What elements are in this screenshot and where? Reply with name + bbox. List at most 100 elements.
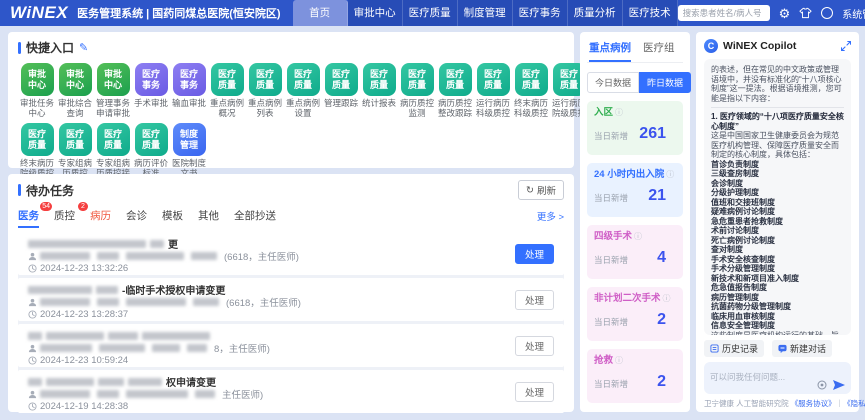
info-icon[interactable]: ⓘ (663, 293, 671, 304)
quick-tile-19[interactable]: 医疗质量病历评价标准 (132, 123, 170, 178)
todo-title: 待办任务 (26, 182, 74, 199)
quick-tile-18[interactable]: 医疗质量专家组病历质控接 (94, 123, 132, 178)
copilot-input[interactable]: 可以问我任何问题... (704, 362, 851, 394)
expand-icon[interactable] (841, 41, 851, 51)
tile-icon-line1: 医疗 (560, 69, 578, 80)
send-icon[interactable] (833, 380, 845, 390)
tile-icon: 审批中心 (21, 63, 54, 96)
privacy-policy-link[interactable]: 《隐私政策》 (843, 399, 865, 408)
stat-card-value: 2 (657, 312, 666, 328)
tile-icon: 医疗质量 (477, 63, 510, 96)
task-time: 2024-12-19 14:28:38 (28, 401, 554, 414)
todo-tab-4[interactable]: 会诊 (126, 208, 147, 223)
settings-gear-icon[interactable]: ⚙ (779, 7, 791, 20)
info-icon[interactable]: ⓘ (634, 231, 642, 242)
policy-item-4: 分级护理制度 (711, 188, 844, 198)
redacted-text (99, 344, 145, 352)
quick-tile-1[interactable]: 审批中心审批任务中心 (18, 63, 56, 118)
todo-title-wrap: 待办任务 (18, 182, 74, 199)
quick-tile-14[interactable]: 医疗质量终末病历科级质控 (512, 63, 550, 118)
user-name[interactable]: 系统管理员 (842, 6, 865, 21)
header-tab-4[interactable]: 制度管理 (458, 0, 513, 26)
toggle-1[interactable]: 今日数据 (587, 72, 639, 93)
more-link[interactable]: 更多 > (537, 209, 564, 223)
app-logo: WiNEX (10, 3, 68, 23)
stat-card-row: 当日新增261 (594, 126, 676, 142)
quick-tile-2[interactable]: 审批中心审批综合查询 (56, 63, 94, 118)
header-tab-1[interactable]: 首页 (293, 0, 348, 26)
quick-entry-panel: 快捷入口 ✎ 审批中心审批任务中心审批中心审批综合查询审批中心管理事务申请审批医… (8, 32, 574, 168)
quick-tile-5[interactable]: 医疗事务输血审批 (170, 63, 208, 118)
task-handle-button[interactable]: 处理 (515, 382, 554, 402)
info-icon[interactable]: ⓘ (615, 355, 623, 366)
tile-icon: 审批中心 (59, 63, 92, 96)
redacted-text (193, 298, 219, 306)
stat-card-value: 2 (657, 374, 666, 390)
policy-item-13: 新技术和新项目准入制度 (711, 274, 844, 284)
theme-shirt-icon[interactable] (799, 7, 812, 19)
quick-tile-16[interactable]: 医疗质量终末病历院级质控 (18, 123, 56, 178)
header-tab-5[interactable]: 医疗事务 (513, 0, 568, 26)
task-handle-button[interactable]: 处理 (515, 244, 554, 264)
stat-card-3: 四级手术ⓘ当日新增4 (587, 225, 683, 279)
header-tab-6[interactable]: 质量分析 (568, 0, 623, 26)
quick-tile-17[interactable]: 医疗质量专家组病历质控 (56, 123, 94, 178)
clock-icon (28, 310, 37, 319)
task-time: 2024-12-23 13:28:37 (28, 309, 554, 322)
info-icon[interactable]: ⓘ (666, 169, 674, 180)
header-tab-3[interactable]: 医疗质量 (403, 0, 458, 26)
quick-tile-13[interactable]: 医疗质量运行病历科级质控 (474, 63, 512, 118)
redacted-text (126, 298, 186, 306)
policy-item-17: 临床用血审核制度 (711, 312, 844, 322)
tile-icon-line1: 医疗 (180, 69, 198, 80)
tile-label: 重点病例设置 (284, 99, 322, 118)
date-toggle: 今日数据昨日数据 (587, 72, 691, 93)
quick-tile-3[interactable]: 审批中心管理事务申请审批 (94, 63, 132, 118)
quick-tile-12[interactable]: 医疗质量病历质控整改跟踪 (436, 63, 474, 118)
header-tab-7[interactable]: 医疗技术 (623, 0, 678, 26)
quick-tile-10[interactable]: 医疗质量统计报表 (360, 63, 398, 118)
monitor-tab-1[interactable]: 重点病例 (589, 40, 631, 55)
tile-icon-line1: 医疗 (446, 69, 464, 80)
policy-item-7: 急危重患者抢救制度 (711, 217, 844, 227)
todo-tab-2[interactable]: 质控2 (54, 208, 75, 223)
task-assignee-text: (6618，主任医师) (226, 295, 301, 309)
info-icon[interactable]: ⓘ (615, 107, 623, 118)
redacted-text (40, 344, 92, 352)
patient-search-input[interactable] (678, 5, 770, 21)
quick-tile-9[interactable]: 医疗质量管理跟踪 (322, 63, 360, 118)
tile-icon-line1: 医疗 (104, 129, 122, 140)
todo-tab-3[interactable]: 病历 (90, 208, 111, 223)
todo-header: 待办任务 ↻ 刷新 (18, 180, 564, 200)
todo-tab-6[interactable]: 其他 (198, 208, 219, 223)
todo-tab-1[interactable]: 医务54 (18, 208, 39, 223)
redacted-text (40, 252, 90, 260)
task-handle-button[interactable]: 处理 (515, 336, 554, 356)
refresh-button[interactable]: ↻ 刷新 (518, 180, 564, 200)
tile-label: 病历质控整改跟踪 (436, 99, 474, 118)
task-handle-button[interactable]: 处理 (515, 290, 554, 310)
service-agreement-link[interactable]: 《服务协议》 (791, 399, 836, 408)
tile-icon-line2: 管理 (180, 140, 198, 151)
user-avatar[interactable] (821, 7, 833, 19)
tile-icon-line1: 医疗 (142, 129, 160, 140)
tile-label: 终末病历科级质控 (512, 99, 550, 118)
stat-card-5: 抢救ⓘ当日新增2 (587, 349, 683, 403)
history-doc-icon (710, 344, 719, 353)
toggle-2[interactable]: 昨日数据 (639, 72, 691, 93)
history-button[interactable]: 历史记录 (704, 340, 764, 357)
quick-tile-20[interactable]: 制度管理医院制度文书 (170, 123, 208, 178)
quick-tile-6[interactable]: 医疗质量重点病例概况 (208, 63, 246, 118)
voice-icon[interactable] (817, 380, 827, 390)
quick-tile-8[interactable]: 医疗质量重点病例设置 (284, 63, 322, 118)
header-tab-2[interactable]: 审批中心 (348, 0, 403, 26)
new-chat-button[interactable]: 新建对话 (772, 340, 832, 357)
monitor-tab-2[interactable]: 医疗组 (643, 40, 675, 55)
todo-tab-7[interactable]: 全部抄送 (234, 208, 276, 223)
tile-icon-line1: 医疗 (408, 69, 426, 80)
todo-tab-5[interactable]: 模板 (162, 208, 183, 223)
quick-tile-11[interactable]: 医疗质量病历质控监测 (398, 63, 436, 118)
quick-tile-7[interactable]: 医疗质量重点病例列表 (246, 63, 284, 118)
quick-tile-4[interactable]: 医疗事务手术审批 (132, 63, 170, 118)
edit-pencil-icon[interactable]: ✎ (79, 41, 88, 54)
